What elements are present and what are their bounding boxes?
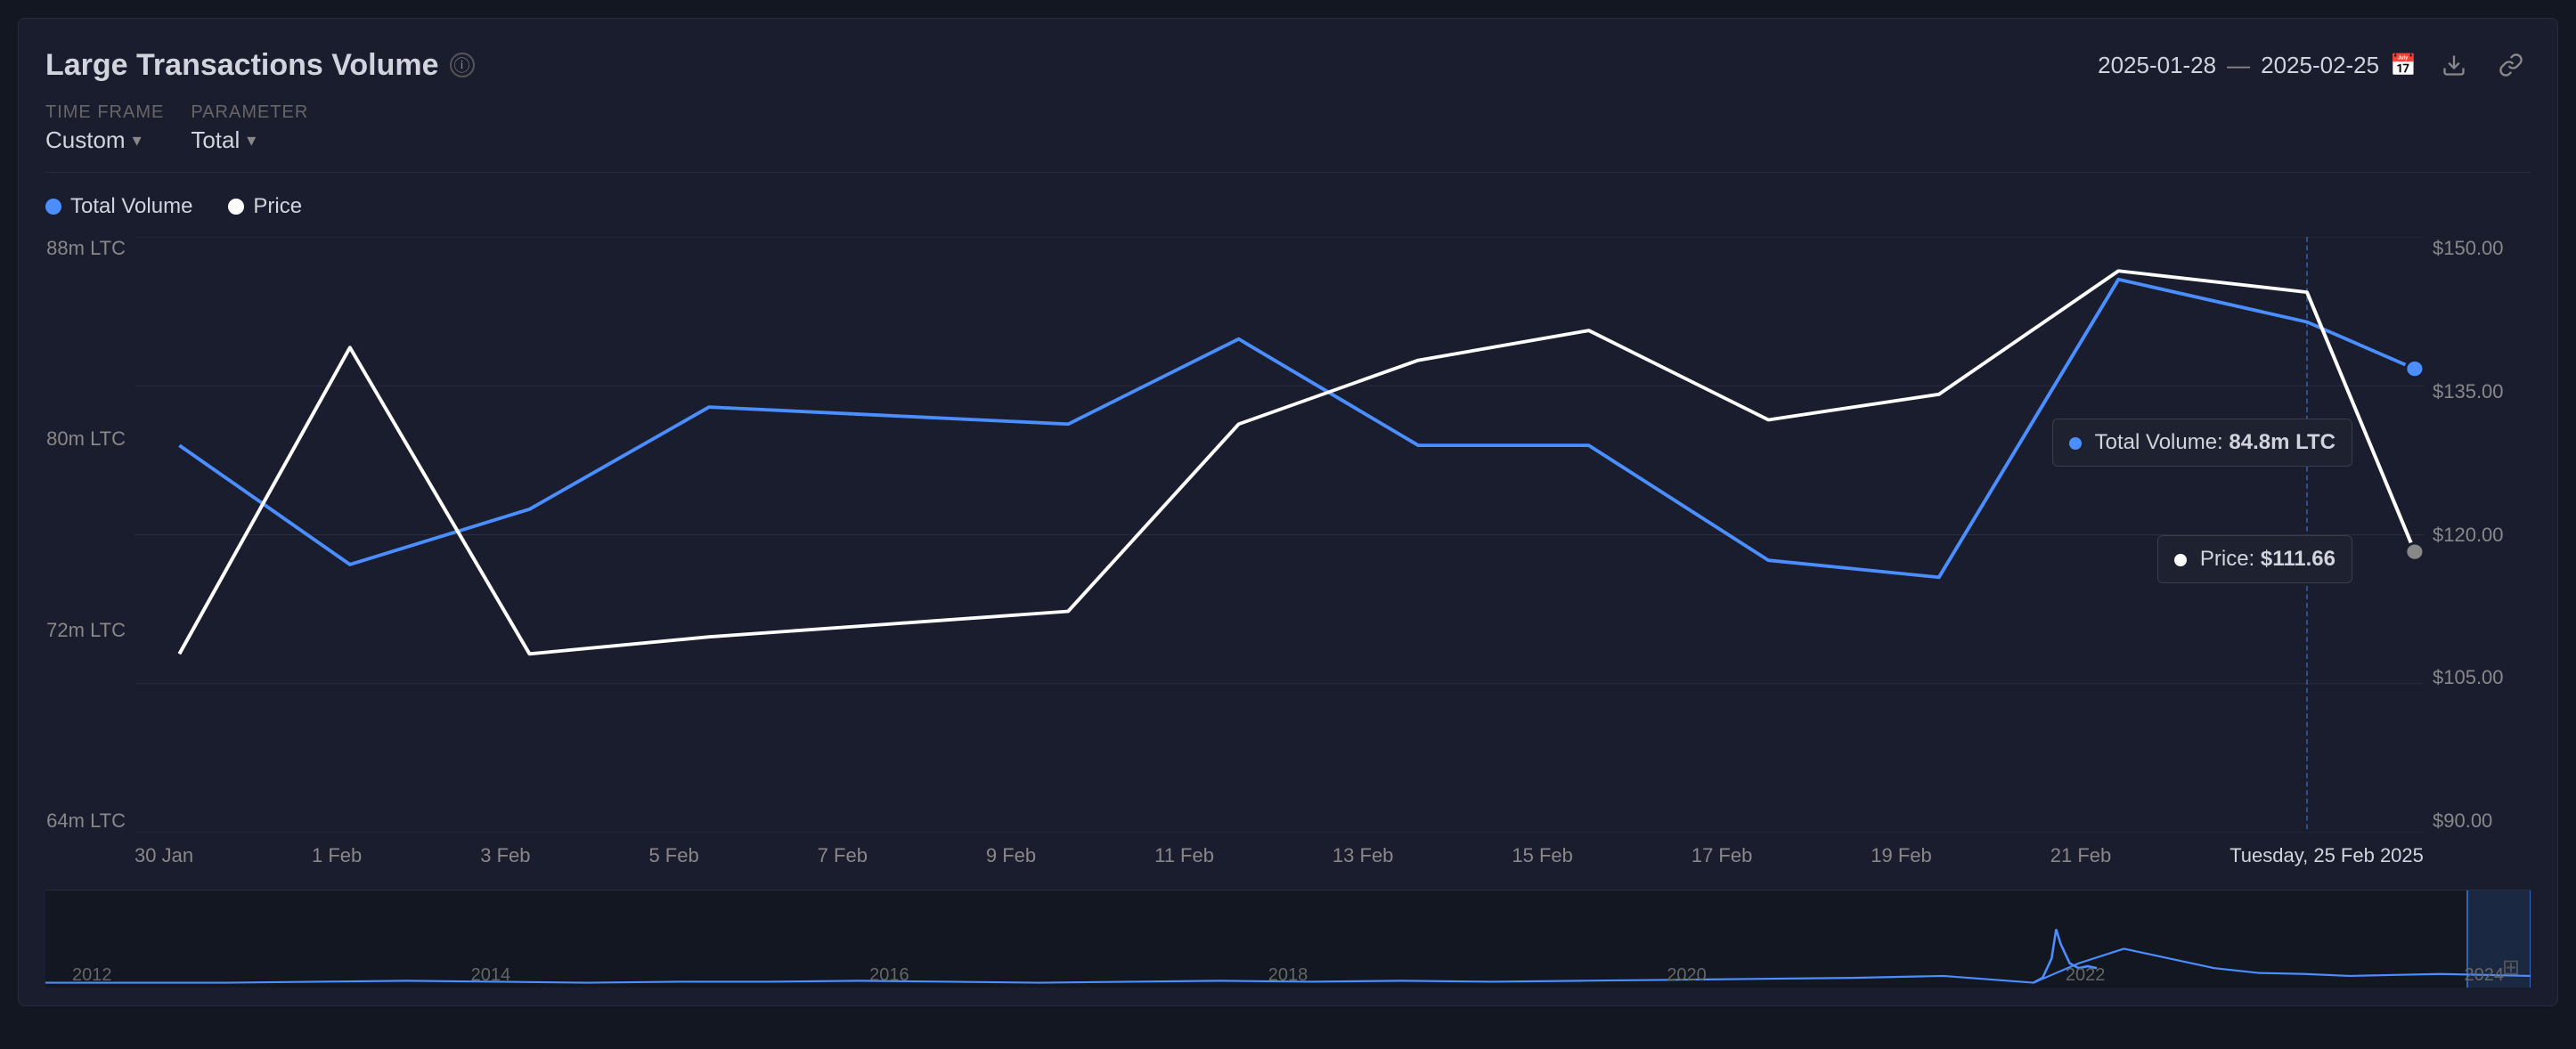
y-axis-left: 88m LTC 80m LTC 72m LTC 64m LTC: [45, 237, 135, 886]
legend-total-volume: Total Volume: [45, 194, 192, 219]
x-label-7feb: 7 Feb: [818, 844, 868, 867]
x-label-15feb: 15 Feb: [1512, 844, 1573, 867]
mini-chart[interactable]: 2012 2014 2016 2018 2020 2022 2024 ⊞: [45, 890, 2531, 988]
x-label-1feb: 1 Feb: [312, 844, 362, 867]
x-label-9feb: 9 Feb: [986, 844, 1036, 867]
timeframe-label: TIME FRAME: [45, 102, 164, 123]
timeframe-chevron: ▾: [133, 129, 142, 151]
mini-x-2020: 2020: [1667, 965, 1707, 986]
mini-x-2012: 2012: [72, 965, 112, 986]
parameter-select[interactable]: Total ▾: [191, 126, 308, 154]
x-label-13feb: 13 Feb: [1333, 844, 1394, 867]
y-label-105: $105.00: [2424, 666, 2531, 689]
parameter-chevron: ▾: [247, 129, 256, 151]
x-axis: 30 Jan 1 Feb 3 Feb 5 Feb 7 Feb 9 Feb 11 …: [135, 837, 2424, 886]
link-button[interactable]: [2491, 45, 2531, 85]
mini-x-2024: 2024: [2464, 965, 2504, 986]
x-labels: 30 Jan 1 Feb 3 Feb 5 Feb 7 Feb 9 Feb 11 …: [135, 844, 2424, 867]
y-label-90: $90.00: [2424, 809, 2531, 833]
legend-dot-blue: [45, 199, 61, 215]
y-label-88: 88m LTC: [45, 237, 135, 260]
chart-title: Large Transactions Volume: [45, 48, 439, 83]
calendar-icon[interactable]: 📅: [2390, 53, 2417, 78]
header-row: Large Transactions Volume ⓘ 2025-01-28 —…: [45, 45, 2531, 85]
x-label-19feb: 19 Feb: [1871, 844, 1932, 867]
mini-x-2018: 2018: [1268, 965, 1308, 986]
y-label-120: $120.00: [2424, 524, 2531, 547]
resize-handle-icon[interactable]: ⊞: [2502, 955, 2520, 980]
mini-x-axis: 2012 2014 2016 2018 2020 2022 2024: [45, 965, 2531, 986]
legend-price: Price: [228, 194, 302, 219]
x-label-5feb: 5 Feb: [648, 844, 698, 867]
y-label-80: 80m LTC: [45, 427, 135, 451]
y-label-150: $150.00: [2424, 237, 2531, 260]
info-icon[interactable]: ⓘ: [450, 53, 475, 77]
title-area: Large Transactions Volume ⓘ: [45, 48, 475, 83]
timeframe-select[interactable]: Custom ▾: [45, 126, 164, 154]
x-label-25feb: Tuesday, 25 Feb 2025: [2230, 844, 2424, 867]
legend-total-volume-label: Total Volume: [70, 194, 192, 219]
x-label-21feb: 21 Feb: [2050, 844, 2112, 867]
mini-x-2022: 2022: [2066, 965, 2106, 986]
x-label-30jan: 30 Jan: [135, 844, 193, 867]
header-controls: 2025-01-28 — 2025-02-25 📅: [2098, 45, 2531, 85]
mini-x-2014: 2014: [471, 965, 511, 986]
legend-price-label: Price: [253, 194, 302, 219]
parameter-control: PARAMETER Total ▾: [191, 102, 308, 154]
controls-row: TIME FRAME Custom ▾ PARAMETER Total ▾: [45, 102, 2531, 154]
download-button[interactable]: [2434, 45, 2474, 85]
chart-inner: 30 Jan 1 Feb 3 Feb 5 Feb 7 Feb 9 Feb 11 …: [135, 237, 2424, 886]
y-axis-right: $150.00 $135.00 $120.00 $105.00 $90.00: [2424, 237, 2531, 886]
date-end: 2025-02-25: [2261, 52, 2379, 79]
legend-row: Total Volume Price: [45, 187, 2531, 219]
divider: [45, 172, 2531, 173]
date-start: 2025-01-28: [2098, 52, 2216, 79]
x-label-11feb: 11 Feb: [1154, 844, 1214, 867]
legend-dot-white: [228, 199, 244, 215]
y-label-72: 72m LTC: [45, 619, 135, 642]
mini-x-2016: 2016: [869, 965, 909, 986]
y-label-135: $135.00: [2424, 380, 2531, 403]
chart-svg: [135, 237, 2424, 833]
date-separator: —: [2227, 52, 2250, 79]
timeframe-value: Custom: [45, 126, 126, 154]
timeframe-control: TIME FRAME Custom ▾: [45, 102, 164, 154]
parameter-label: PARAMETER: [191, 102, 308, 123]
parameter-value: Total: [191, 126, 240, 154]
date-range: 2025-01-28 — 2025-02-25 📅: [2098, 52, 2417, 79]
y-label-64: 64m LTC: [45, 809, 135, 833]
chart-area: 88m LTC 80m LTC 72m LTC 64m LTC: [45, 237, 2531, 886]
x-label-17feb: 17 Feb: [1692, 844, 1753, 867]
chart-container: Large Transactions Volume ⓘ 2025-01-28 —…: [18, 18, 2558, 1006]
x-label-3feb: 3 Feb: [480, 844, 530, 867]
